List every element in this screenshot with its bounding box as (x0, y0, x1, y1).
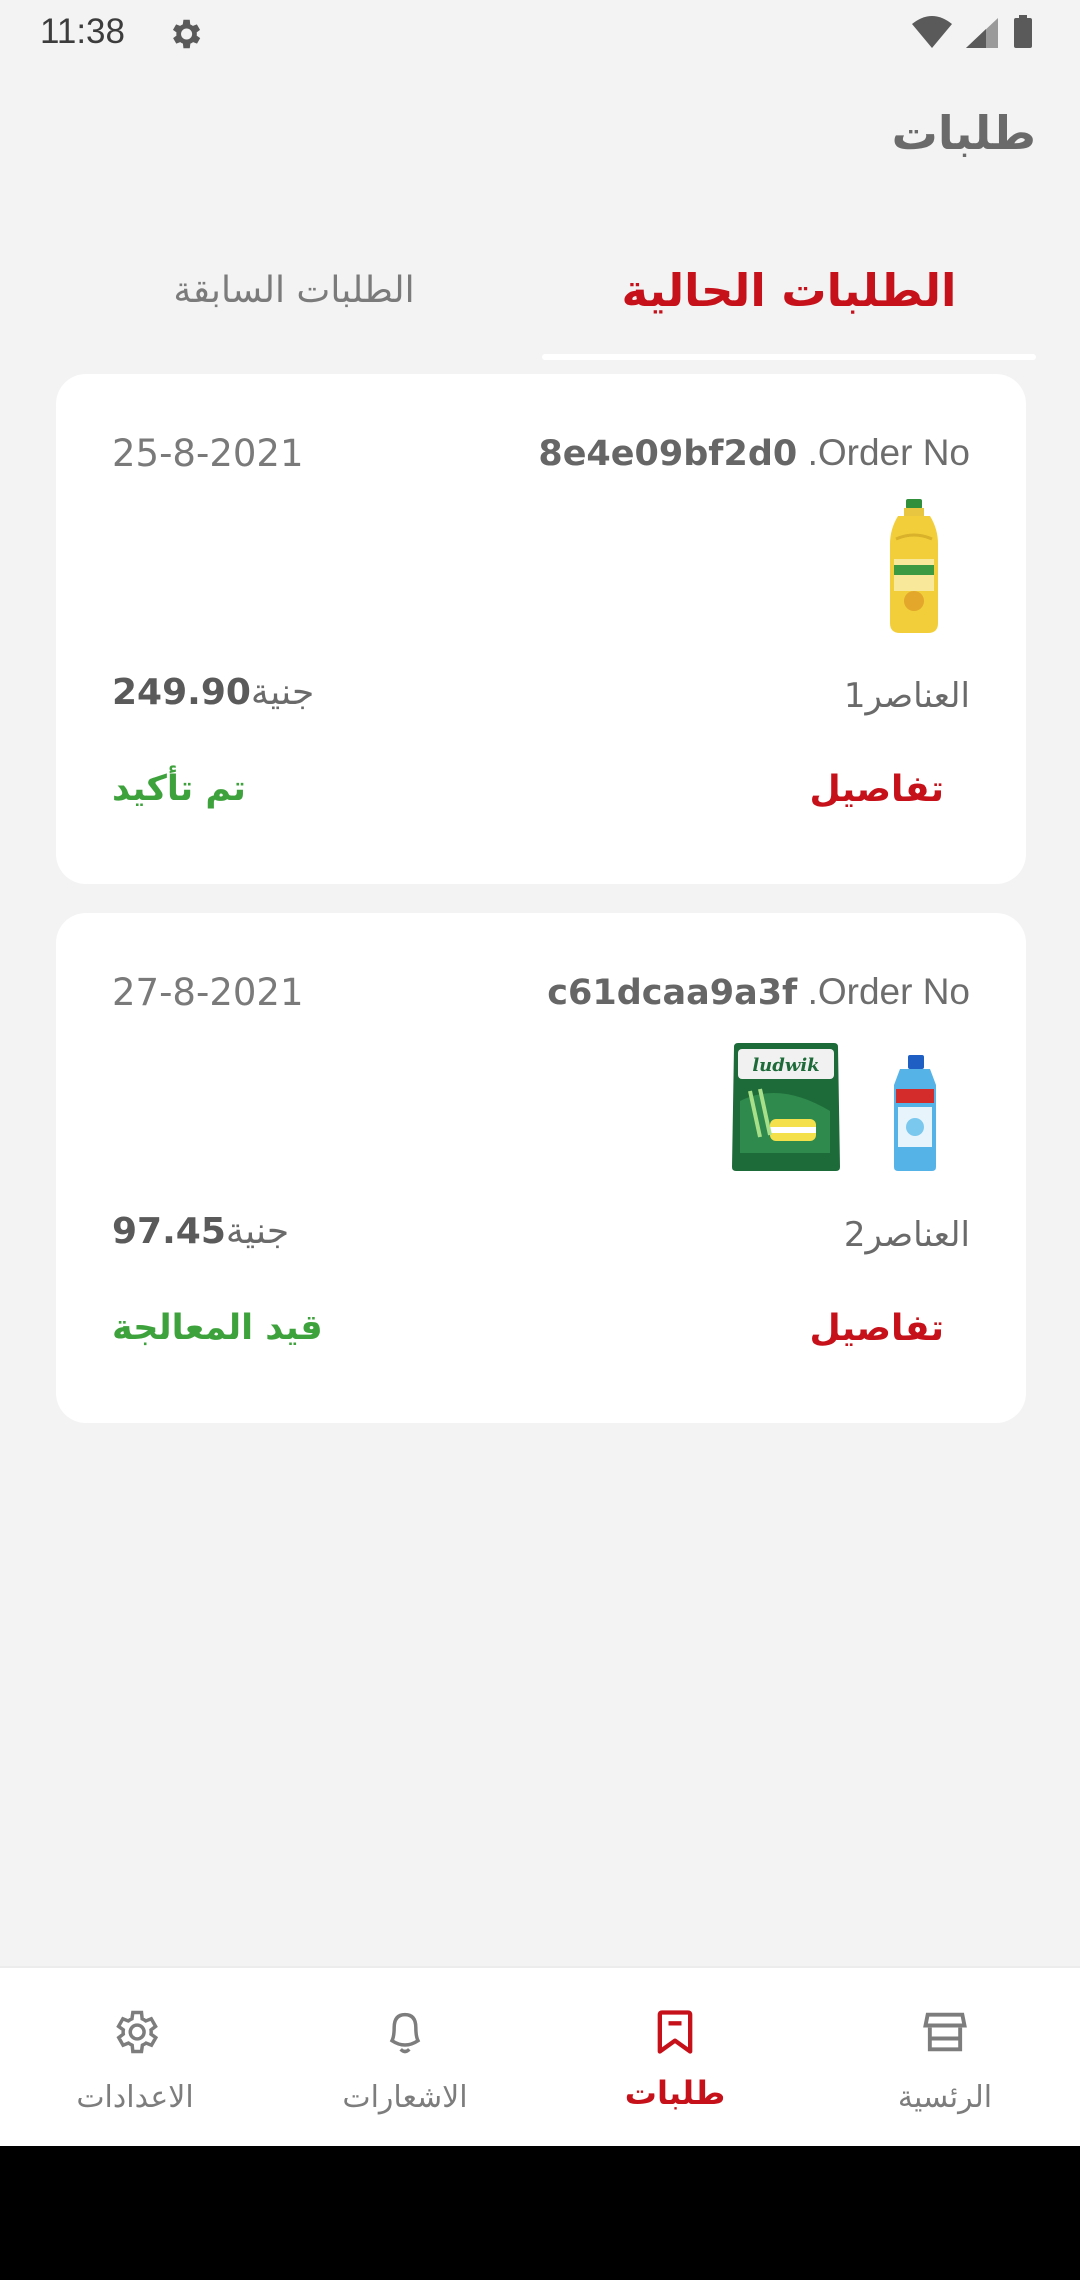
order-card: c61dcaa9a3f .Order No 27-8-2021 ludwik 2… (56, 913, 1026, 1423)
nav-label-home: الرئسية (897, 2080, 993, 2115)
items-label: العناصر (865, 676, 970, 716)
page-title: طلبات (891, 106, 1036, 160)
nav-item-home[interactable]: الرئسية (810, 1968, 1080, 2148)
nav-label-notifications: الاشعارات (342, 2080, 468, 2115)
order-no-label: .Order No (807, 971, 970, 1012)
nav-item-orders[interactable]: طلبات (540, 1968, 810, 2148)
tab-previous-orders[interactable]: الطلبات السابقة (90, 240, 498, 340)
details-link[interactable]: تفاصيل (809, 1308, 944, 1349)
order-number: c61dcaa9a3f .Order No (547, 971, 970, 1013)
order-status: تم تأكيد (112, 769, 246, 809)
nav-label-orders: طلبات (624, 2074, 726, 2112)
bottom-nav: الاعدادات الاشعارات طلبات الرئسية (0, 1966, 1080, 2146)
order-number: 8e4e09bf2d0 .Order No (538, 432, 970, 474)
nav-label-settings: الاعدادات (76, 2080, 194, 2115)
gear-icon (116, 2010, 159, 2054)
order-status: قيد المعالجة (112, 1308, 323, 1348)
order-id: 8e4e09bf2d0 (538, 434, 798, 474)
order-total: 249.90جنية (112, 672, 314, 713)
nav-item-notifications[interactable]: الاشعارات (270, 1968, 540, 2148)
order-card: 8e4e09bf2d0 .Order No 25-8-2021 1العناصر… (56, 374, 1026, 884)
details-link[interactable]: تفاصيل (809, 769, 944, 810)
status-bar: 11:38 (0, 0, 1080, 66)
order-date: 27-8-2021 (112, 971, 304, 1014)
order-tabs: الطلبات الحالية الطلبات السابقة (0, 240, 1080, 365)
bell-icon (389, 2012, 421, 2054)
settings-gear-icon (172, 19, 201, 49)
status-time: 11:38 (40, 12, 125, 51)
cleaner-bottle-image (894, 1055, 936, 1171)
status-icons (912, 15, 1032, 48)
orders-icon (657, 2010, 693, 2054)
items-count-value: 2 (843, 1215, 866, 1255)
system-navigation-bar (0, 2146, 1080, 2280)
svg-text:ludwik: ludwik (752, 1055, 819, 1076)
items-count: 2العناصر (844, 1215, 970, 1255)
order-date: 25-8-2021 (112, 432, 304, 475)
items-label: العناصر (865, 1215, 970, 1255)
price-amount: 249.90 (112, 672, 251, 713)
items-count-value: 1 (843, 676, 866, 716)
active-tab-indicator (542, 354, 1036, 360)
order-total: 97.45جنية (112, 1211, 289, 1252)
price-amount: 97.45 (112, 1211, 226, 1252)
currency-label: جنية (225, 1211, 290, 1252)
currency-label: جنية (250, 672, 315, 713)
tab-current-orders[interactable]: الطلبات الحالية (542, 240, 1036, 340)
wifi-icon (912, 16, 952, 48)
oil-bottle-image (890, 499, 938, 633)
store-icon (923, 2012, 967, 2052)
items-count: 1العناصر (844, 676, 970, 716)
dishwasher-pack-image: ludwik (732, 1043, 840, 1171)
order-id: c61dcaa9a3f (547, 973, 798, 1013)
battery-icon (1014, 18, 1032, 48)
order-no-label: .Order No (807, 432, 970, 473)
nav-item-settings[interactable]: الاعدادات (0, 1968, 270, 2148)
